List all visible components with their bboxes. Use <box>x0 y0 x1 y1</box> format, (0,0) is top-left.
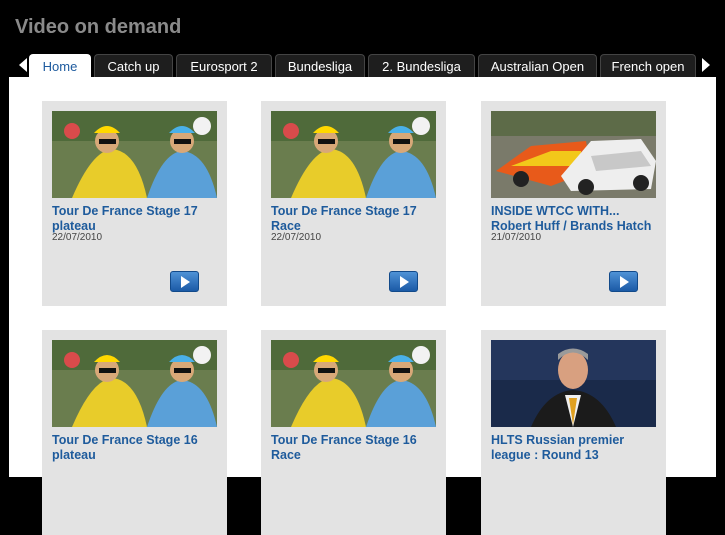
tab-bundesliga[interactable]: Bundesliga <box>275 54 365 78</box>
tab-bar: Home Catch up Eurosport 2 Bundesliga 2. … <box>0 54 725 78</box>
video-card[interactable]: Tour De France Stage 17 plateau 22/07/20… <box>42 101 227 306</box>
video-title[interactable]: Tour De France Stage 16 plateau <box>52 433 222 463</box>
video-date: 21/07/2010 <box>491 232 542 243</box>
left-arrow-icon[interactable] <box>19 58 27 72</box>
video-title[interactable]: INSIDE WTCC WITH... Robert Huff / Brands… <box>491 204 661 234</box>
tab-french-open[interactable]: French open <box>600 54 696 78</box>
video-title[interactable]: Tour De France Stage 17 Race <box>271 204 441 234</box>
play-button[interactable] <box>609 271 638 292</box>
video-card[interactable]: Tour De France Stage 16 Race <box>261 330 446 535</box>
tab-home[interactable]: Home <box>29 54 91 78</box>
video-thumbnail[interactable] <box>52 111 217 198</box>
video-title[interactable]: HLTS Russian premier league : Round 13 <box>491 433 661 463</box>
video-thumbnail[interactable] <box>491 111 656 198</box>
play-button[interactable] <box>170 271 199 292</box>
video-title[interactable]: Tour De France Stage 16 Race <box>271 433 441 463</box>
video-thumbnail[interactable] <box>52 340 217 427</box>
tab-2-bundesliga[interactable]: 2. Bundesliga <box>368 54 475 78</box>
video-date: 22/07/2010 <box>52 232 103 243</box>
video-card[interactable]: HLTS Russian premier league : Round 13 <box>481 330 666 535</box>
play-icon <box>620 276 629 288</box>
video-card[interactable]: Tour De France Stage 16 plateau <box>42 330 227 535</box>
video-thumbnail[interactable] <box>271 111 436 198</box>
tab-eurosport-2[interactable]: Eurosport 2 <box>176 54 272 78</box>
video-card[interactable]: INSIDE WTCC WITH... Robert Huff / Brands… <box>481 101 666 306</box>
video-thumbnail[interactable] <box>491 340 656 427</box>
video-grid: Tour De France Stage 17 plateau 22/07/20… <box>9 77 716 535</box>
play-icon <box>181 276 190 288</box>
right-arrow-icon[interactable] <box>702 58 710 72</box>
play-icon <box>400 276 409 288</box>
play-button[interactable] <box>389 271 418 292</box>
video-title[interactable]: Tour De France Stage 17 plateau <box>52 204 222 234</box>
tab-australian-open[interactable]: Australian Open <box>478 54 597 78</box>
video-card[interactable]: Tour De France Stage 17 Race 22/07/2010 <box>261 101 446 306</box>
tab-catch-up[interactable]: Catch up <box>94 54 173 78</box>
video-date: 22/07/2010 <box>271 232 322 243</box>
video-thumbnail[interactable] <box>271 340 436 427</box>
page-title: Video on demand <box>15 16 182 38</box>
